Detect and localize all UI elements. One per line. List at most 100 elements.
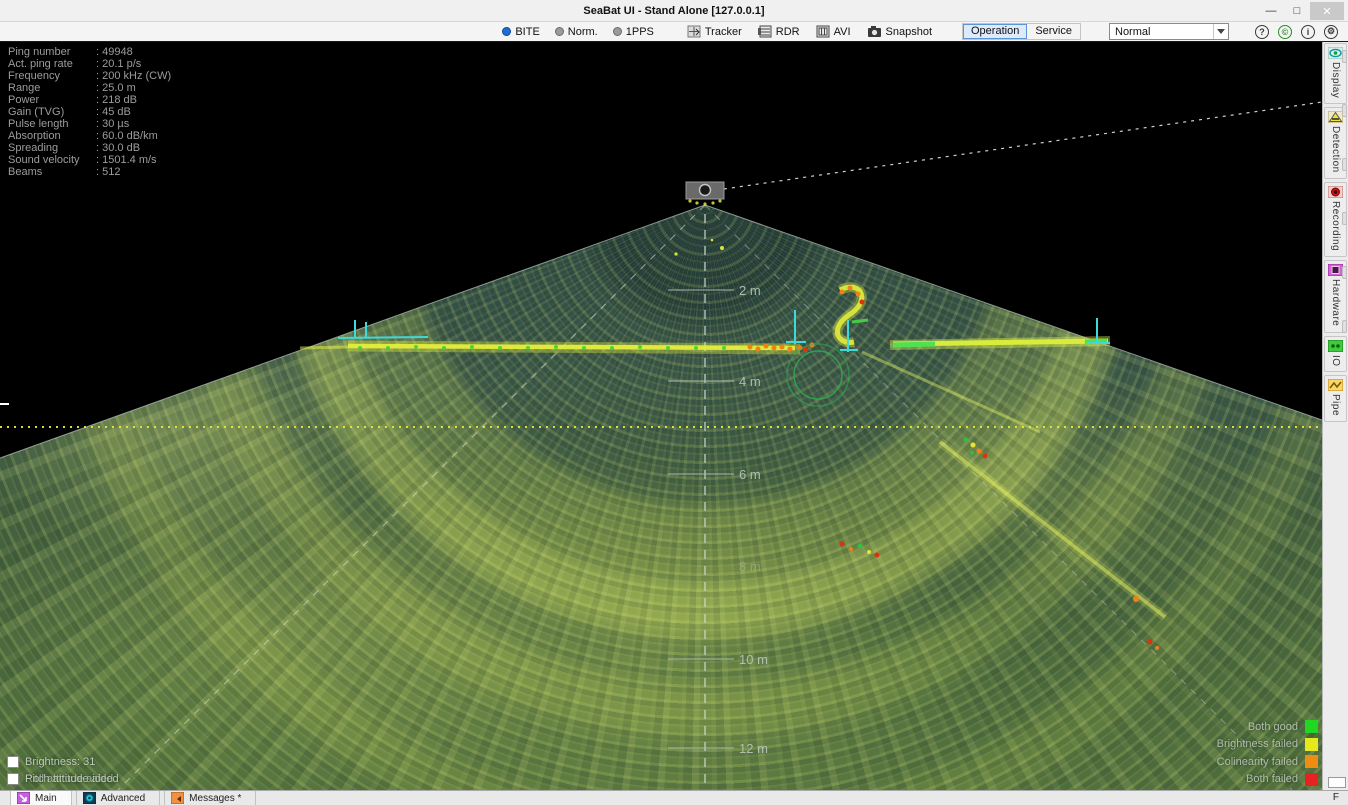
legend-colinearity-failed: Colinearity failed <box>1217 756 1298 768</box>
frequency-label: Frequency <box>8 70 96 82</box>
range-label-4m: 4 m <box>739 374 761 389</box>
brightness-checkbox[interactable] <box>7 756 19 768</box>
snapshot-button[interactable]: Snapshot <box>867 25 932 38</box>
ping-rate-value: : 20.1 p/s <box>96 58 141 70</box>
help-icon[interactable]: ? <box>1255 25 1269 39</box>
norm-indicator: Norm. <box>555 26 598 38</box>
attitude-aided-label: Pitch attitude aided Roll attitude aided <box>25 773 119 785</box>
recording-icon <box>1328 186 1343 198</box>
range-label: Range <box>8 82 96 94</box>
norm-led-icon <box>555 27 564 36</box>
rdr-button[interactable]: RDR <box>758 25 800 38</box>
legend-both-failed: Both failed <box>1246 773 1298 785</box>
pipe-icon <box>1328 379 1343 391</box>
detection-cluster-a <box>964 438 988 459</box>
legend-both-good: Both good <box>1248 721 1298 733</box>
green-swatch <box>1305 720 1318 733</box>
norm-label: Norm. <box>568 26 598 38</box>
minimize-button[interactable]: — <box>1258 2 1284 20</box>
info-icon[interactable]: i <box>1301 25 1315 39</box>
sound-velocity-label: Sound velocity <box>8 154 96 166</box>
legend-brightness-failed: Brightness failed <box>1217 738 1298 750</box>
orange-swatch <box>1305 755 1318 768</box>
sonar-overlay: 2 m 4 m 6 m 8 m 10 m 12 m <box>0 42 1322 790</box>
1pps-label: 1PPS <box>626 26 654 38</box>
sonar-display[interactable]: 2 m 4 m 6 m 8 m 10 m 12 m <box>0 42 1322 790</box>
copyright-icon[interactable]: © <box>1278 25 1292 39</box>
display-options: Brightness: 31 Pitch attitude aided Roll… <box>7 753 119 787</box>
avi-button[interactable]: AVI <box>816 25 851 38</box>
settings-icon[interactable]: ⚙ <box>1324 25 1338 39</box>
gain-label: Gain (TVG) <box>8 106 96 118</box>
bottom-tab-bar: Main Advanced Messages * F <box>0 790 1348 805</box>
brightness-label: Brightness: 31 <box>25 756 95 768</box>
profile-dropdown-value: Normal <box>1115 26 1150 38</box>
chevron-down-icon <box>1213 24 1228 39</box>
rdr-icon <box>758 25 772 38</box>
close-button[interactable]: ✕ <box>1310 2 1344 20</box>
ping-rate-label: Act. ping rate <box>8 58 96 70</box>
heading-dotted-line <box>724 102 1322 189</box>
range-label-8m: 8 m <box>739 559 761 574</box>
messages-tab-icon <box>171 792 184 804</box>
beams-label: Beams <box>8 166 96 178</box>
tab-main[interactable]: Main <box>10 791 72 805</box>
1pps-led-icon <box>613 27 622 36</box>
yellow-swatch <box>1305 738 1318 751</box>
sound-velocity-value: : 1501.4 m/s <box>96 154 157 166</box>
tab-operation[interactable]: Operation <box>963 24 1027 39</box>
corner-label: F <box>1333 792 1339 803</box>
ping-number-label: Ping number <box>8 46 96 58</box>
tracking-circle-inner <box>794 351 842 399</box>
bite-label: BITE <box>515 26 539 38</box>
title-bar: SeaBat UI - Stand Alone [127.0.0.1] — □ … <box>0 0 1348 22</box>
snapshot-icon <box>867 25 882 38</box>
window-title: SeaBat UI - Stand Alone [127.0.0.1] <box>583 5 764 17</box>
power-label: Power <box>8 94 96 106</box>
red-swatch <box>1305 773 1318 786</box>
range-label-6m: 6 m <box>739 467 761 482</box>
absorption-label: Absorption <box>8 130 96 142</box>
display-icon <box>1328 47 1343 59</box>
1pps-indicator: 1PPS <box>613 26 654 38</box>
bite-indicator: BITE <box>502 26 539 38</box>
power-value: : 218 dB <box>96 94 137 106</box>
hardware-icon <box>1328 264 1343 276</box>
corner-box <box>1328 777 1346 788</box>
maximize-button[interactable]: □ <box>1284 2 1310 20</box>
range-label-12m: 12 m <box>739 741 768 756</box>
sonar-head-lens <box>700 185 711 196</box>
detection-icon <box>1328 111 1343 123</box>
attitude-aided-checkbox[interactable] <box>7 773 19 785</box>
detection-cluster-b <box>840 542 880 558</box>
tracker-icon <box>687 25 701 38</box>
advanced-tab-icon <box>83 792 96 804</box>
range-label-2m: 2 m <box>739 283 761 298</box>
tracker-button[interactable]: Tracker <box>687 25 742 38</box>
sidebar-tab-pipe[interactable]: Pipe <box>1324 375 1347 422</box>
range-label-10m: 10 m <box>739 652 768 667</box>
ping-number-value: : 49948 <box>96 46 133 58</box>
absorption-value: : 60.0 dB/km <box>96 130 158 142</box>
range-value: : 25.0 m <box>96 82 136 94</box>
profile-dropdown[interactable]: Normal <box>1109 23 1229 40</box>
sonar-info-panel: Ping number: 49948 Act. ping rate: 20.1 … <box>8 46 171 178</box>
io-icon <box>1328 340 1343 352</box>
toolbar: BITE Norm. 1PPS Tracker RDR <box>0 22 1348 42</box>
pulse-length-value: : 30 µs <box>96 118 129 130</box>
gain-value: : 45 dB <box>96 106 131 118</box>
tab-messages[interactable]: Messages * <box>164 791 256 805</box>
panel-grips <box>1342 50 1348 374</box>
right-sidebar: Display Detection Recording Hardware <box>1322 42 1348 790</box>
beams-value: : 512 <box>96 166 120 178</box>
tab-advanced[interactable]: Advanced <box>76 791 160 805</box>
tab-service[interactable]: Service <box>1027 24 1080 39</box>
frequency-value: : 200 kHz (CW) <box>96 70 171 82</box>
detection-legend: Both good Brightness failed Colinearity … <box>1217 718 1318 788</box>
avi-icon <box>816 25 830 38</box>
diagonal-echo <box>940 442 1165 617</box>
tracking-circle-outer <box>787 344 849 406</box>
bite-led-icon <box>502 27 511 36</box>
main-tab-icon <box>17 792 30 804</box>
spreading-value: : 30.0 dB <box>96 142 140 154</box>
